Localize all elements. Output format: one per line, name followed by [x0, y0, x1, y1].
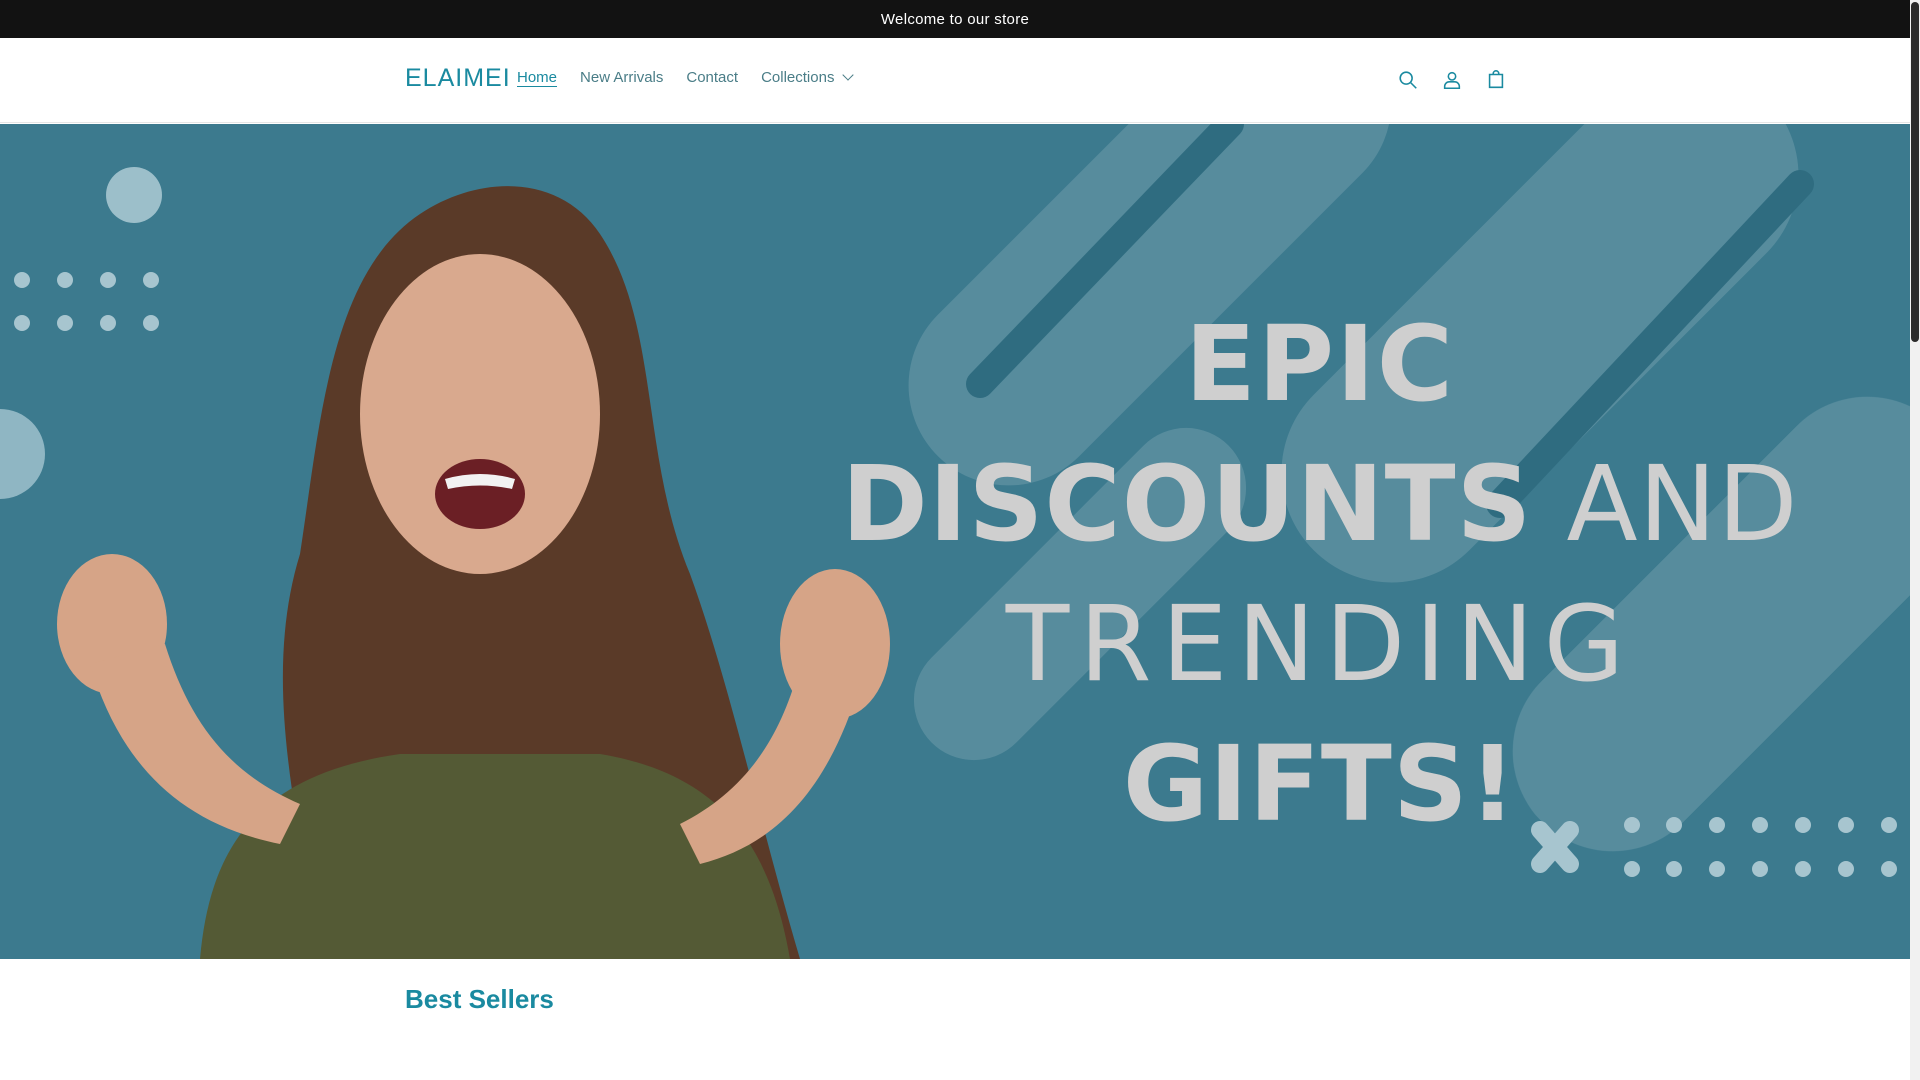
hero-word-discounts: DISCOUNTS: [841, 443, 1533, 565]
search-icon: [1399, 71, 1417, 89]
hero-line-discounts: DISCOUNTS AND: [780, 434, 1860, 574]
main-nav: Home New Arrivals Contact Collections: [517, 69, 875, 86]
store-logo[interactable]: ELAIMEI: [405, 64, 511, 93]
hero-banner[interactable]: EPIC DISCOUNTS AND TRENDING GIFTS!: [0, 124, 1910, 959]
hero-line-gifts: GIFTS!: [1122, 723, 1518, 845]
header-icons: [1388, 60, 1516, 100]
search-button[interactable]: [1388, 60, 1428, 100]
chevron-down-icon: [842, 69, 855, 81]
account-icon: [1443, 71, 1461, 90]
nav-contact-link[interactable]: Contact: [686, 69, 738, 86]
announcement-bar: Welcome to our store: [0, 0, 1910, 38]
storefront-page: Welcome to our store ELAIMEI Home New Ar…: [0, 0, 1910, 1080]
best-sellers-heading: Best Sellers: [405, 984, 554, 1014]
scrollbar-thumb[interactable]: [1911, 2, 1919, 342]
nav-new-arrivals-link[interactable]: New Arrivals: [580, 69, 663, 86]
account-button[interactable]: [1432, 60, 1472, 100]
nav-home-link[interactable]: Home: [517, 69, 557, 86]
nav-collections-label: Collections: [761, 69, 835, 86]
hero-word-and: AND: [1566, 443, 1799, 565]
hero-line-trending: TRENDING: [1005, 583, 1635, 705]
hero-line-epic: EPIC: [1184, 303, 1456, 425]
hero-model-figure: [57, 186, 890, 959]
page-scrollbar[interactable]: [1910, 0, 1920, 1080]
site-header: ELAIMEI Home New Arrivals Contact Collec…: [0, 38, 1910, 123]
cart-button[interactable]: [1476, 60, 1516, 100]
announcement-text: Welcome to our store: [880, 10, 1030, 28]
cart-icon: [1488, 70, 1504, 89]
hero-headline: EPIC DISCOUNTS AND TRENDING GIFTS!: [780, 294, 1860, 854]
nav-collections-dropdown[interactable]: Collections: [761, 69, 855, 86]
